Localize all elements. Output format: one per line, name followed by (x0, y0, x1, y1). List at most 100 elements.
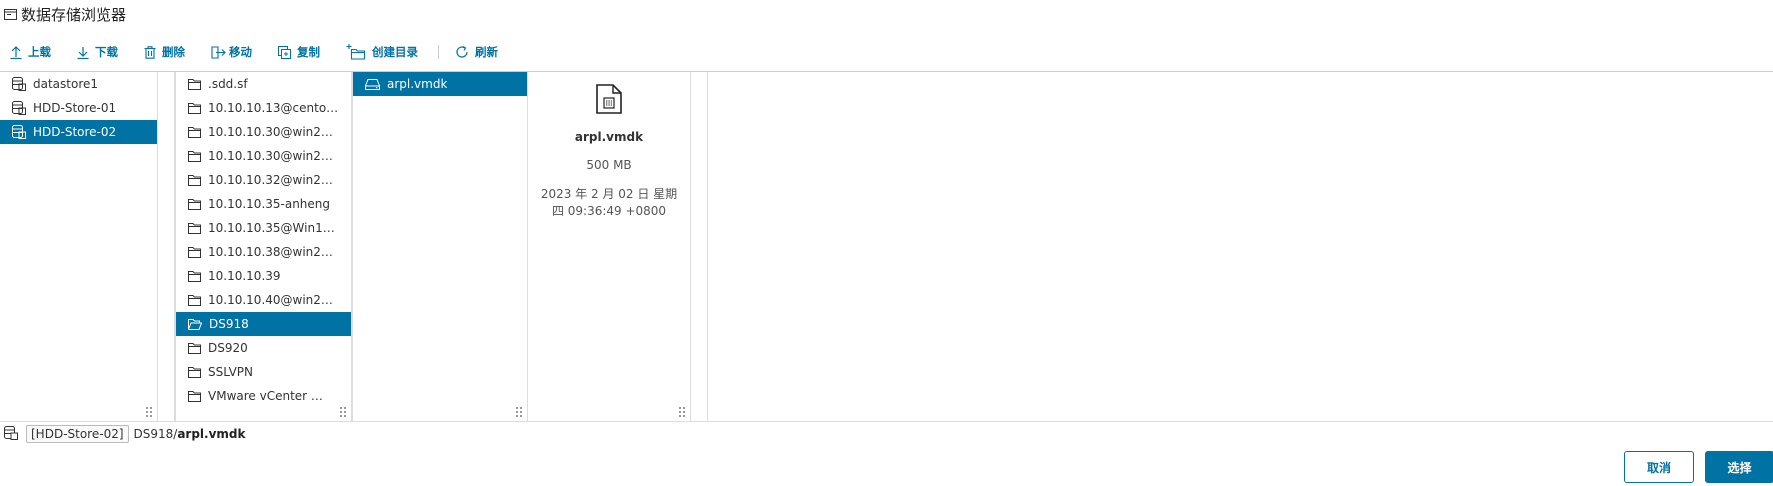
folder-item[interactable]: 10.10.10.13@cento… (176, 96, 351, 120)
folder-icon (188, 270, 201, 282)
datastore-item[interactable]: datastore1 (0, 72, 157, 96)
folder-icon (188, 390, 201, 402)
disk-icon (365, 78, 380, 90)
refresh-icon (455, 45, 469, 59)
path-directory: DS918/ (133, 427, 178, 441)
copy-icon (278, 45, 291, 59)
folder-item[interactable]: 10.10.10.40@win2… (176, 288, 351, 312)
folder-icon (188, 174, 201, 186)
file-item-label: arpl.vmdk (387, 77, 448, 91)
folder-icon (188, 126, 201, 138)
path-file-name: arpl.vmdk (177, 427, 246, 441)
move-label: 移动 (229, 45, 252, 59)
toolbar: 上载 下载 删除 移动 复制 创建目录 刷新 (10, 40, 524, 64)
copy-button[interactable]: 复制 (278, 44, 320, 60)
folder-icon (188, 150, 201, 162)
details-file-name: arpl.vmdk (574, 130, 644, 144)
folder-item[interactable]: 10.10.10.38@win2… (176, 240, 351, 264)
column-resize-handle[interactable] (340, 405, 348, 419)
folder-item[interactable]: 10.10.10.32@win2… (176, 168, 351, 192)
folder-item-label: 10.10.10.30@win2… (208, 149, 333, 163)
download-icon (77, 46, 89, 59)
datastore-icon (12, 77, 26, 91)
folder-item-label: 10.10.10.13@cento… (208, 101, 339, 115)
folder-icon (188, 198, 201, 210)
datastore-column: datastore1 HDD-Store-01 HDD-Store-02 (0, 72, 158, 421)
folder-icon (188, 222, 201, 234)
move-button[interactable]: 移动 (211, 44, 252, 60)
folder-item[interactable]: VMware vCenter … (176, 384, 351, 408)
folder-icon (188, 102, 201, 114)
file-details-panel: arpl.vmdk 500 MB 2023 年 2 月 02 日 星期四 09:… (528, 72, 691, 421)
disk-file-icon (596, 84, 622, 118)
folder-item-label: 10.10.10.32@win2… (208, 173, 333, 187)
download-label: 下载 (95, 45, 118, 59)
move-icon (211, 45, 227, 59)
select-button[interactable]: 选择 (1705, 451, 1773, 483)
folder-item[interactable]: DS920 (176, 336, 351, 360)
datastore-list: datastore1 HDD-Store-01 HDD-Store-02 (0, 72, 157, 144)
folder-item[interactable]: 10.10.10.35@Win1… (176, 216, 351, 240)
folder-item-label: 10.10.10.35-anheng (208, 197, 331, 211)
refresh-label: 刷新 (475, 45, 498, 59)
details-modified-date: 2023 年 2 月 02 日 星期四 09:36:49 +0800 (540, 187, 678, 218)
path-datastore-chip: [HDD-Store-02] (26, 425, 129, 443)
new-folder-icon (346, 44, 366, 60)
upload-label: 上载 (28, 45, 51, 59)
upload-icon (10, 45, 22, 59)
file-item[interactable]: arpl.vmdk (353, 72, 527, 96)
folder-icon (188, 294, 201, 306)
details-file-size: 500 MB (586, 158, 632, 172)
folder-item[interactable]: 10.10.10.30@win2… (176, 144, 351, 168)
datastore-icon (12, 125, 26, 139)
datastore-item[interactable]: HDD-Store-01 (0, 96, 157, 120)
folder-item[interactable]: 10.10.10.35-anheng (176, 192, 351, 216)
folder-item[interactable]: .sdd.sf (176, 72, 351, 96)
column-gap (691, 72, 708, 421)
delete-label: 删除 (162, 45, 185, 59)
folder-item-label: 10.10.10.39 (208, 269, 281, 283)
folder-item[interactable]: 10.10.10.39 (176, 264, 351, 288)
folder-icon (188, 342, 201, 354)
refresh-button[interactable]: 刷新 (455, 44, 498, 60)
folder-list: .sdd.sf 10.10.10.13@cento… 10.10.10.30@win… (176, 72, 351, 408)
column-resize-handle[interactable] (516, 405, 524, 419)
trash-icon (144, 45, 156, 59)
datastore-item[interactable]: HDD-Store-02 (0, 120, 157, 144)
folder-icon (188, 246, 201, 258)
folder-item[interactable]: DS918 (176, 312, 351, 336)
folder-item-label: 10.10.10.38@win2… (208, 245, 333, 259)
delete-button[interactable]: 删除 (144, 44, 185, 60)
datastore-item-label: HDD-Store-01 (33, 101, 117, 115)
file-list: arpl.vmdk (353, 72, 527, 96)
window-title: 数据存储浏览器 (21, 5, 127, 24)
download-button[interactable]: 下载 (77, 44, 118, 60)
column-resize-handle[interactable] (679, 405, 687, 419)
datastore-item-label: HDD-Store-02 (33, 125, 117, 139)
datastore-icon (12, 101, 26, 115)
upload-button[interactable]: 上载 (10, 44, 51, 60)
folder-item-label: 10.10.10.30@win2… (208, 125, 333, 139)
datastore-icon (4, 425, 18, 443)
create-directory-label: 创建目录 (372, 45, 418, 59)
folder-item[interactable]: 10.10.10.30@win2… (176, 120, 351, 144)
folder-item-label: 10.10.10.35@Win1… (208, 221, 335, 235)
create-directory-button[interactable]: 创建目录 (346, 44, 418, 60)
window-title-bar: 数据存储浏览器 (4, 2, 126, 26)
cancel-button[interactable]: 取消 (1624, 451, 1694, 483)
column-gap (158, 72, 175, 421)
folder-column: .sdd.sf 10.10.10.13@cento… 10.10.10.30@win… (175, 72, 352, 421)
folder-icon (188, 366, 201, 378)
folder-item-label: DS920 (208, 341, 248, 355)
datastore-item-label: datastore1 (33, 77, 99, 91)
column-resize-handle[interactable] (146, 405, 154, 419)
browser-panes: datastore1 HDD-Store-01 HDD-Store-02 .sdd.… (0, 71, 1773, 422)
folder-item-label: 10.10.10.40@win2… (208, 293, 333, 307)
folder-item-label: DS918 (209, 317, 249, 331)
folder-open-icon (188, 318, 202, 330)
datastore-browser-icon (4, 8, 17, 20)
folder-icon (188, 78, 201, 90)
folder-item[interactable]: SSLVPN (176, 360, 351, 384)
toolbar-divider (438, 45, 439, 59)
folder-item-label: SSLVPN (208, 365, 254, 379)
